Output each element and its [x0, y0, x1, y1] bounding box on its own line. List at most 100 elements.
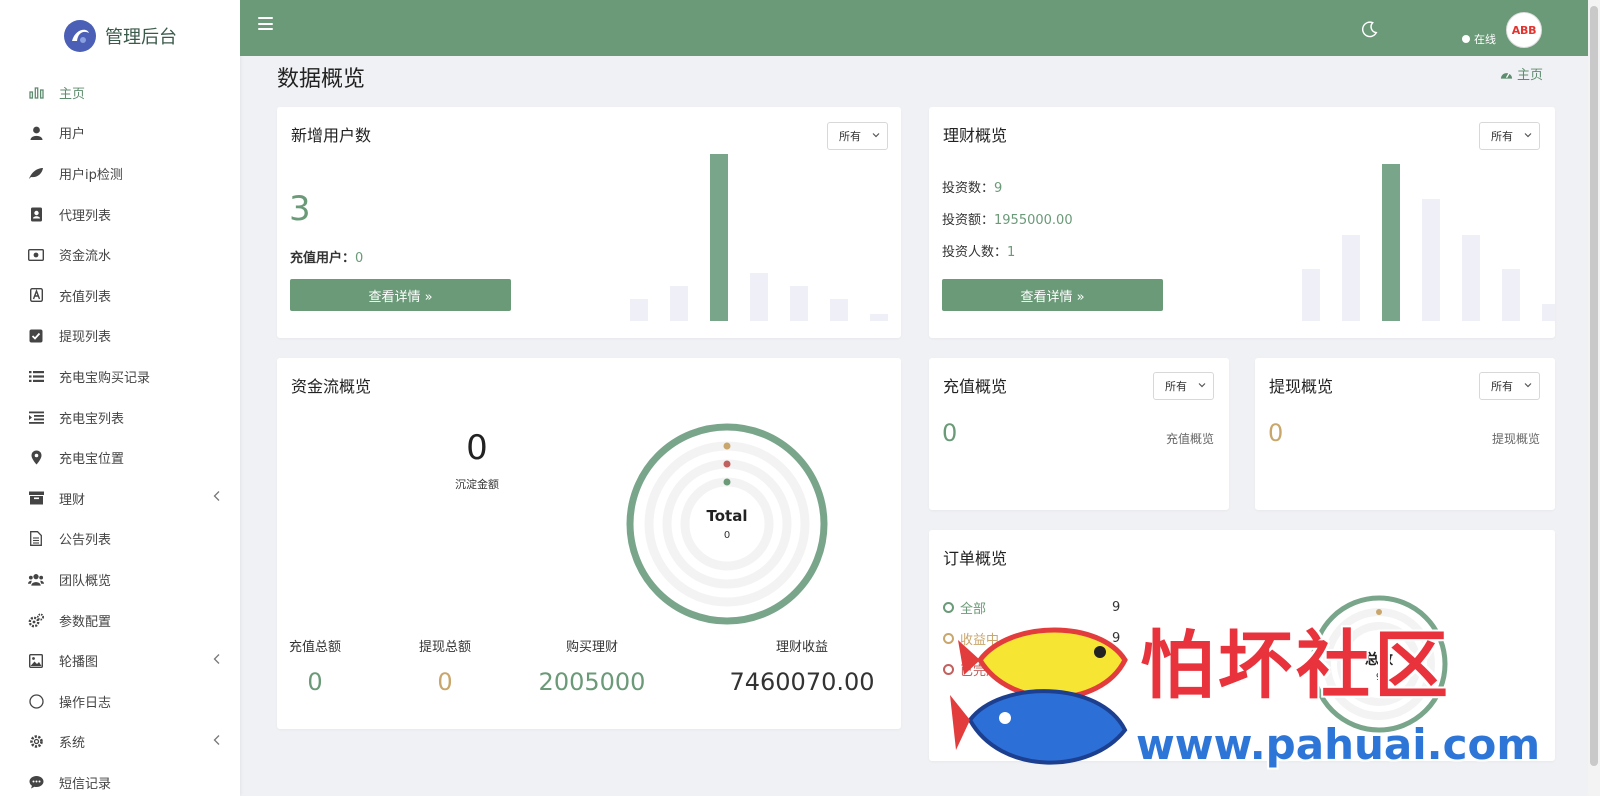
chart-bar	[670, 286, 688, 321]
scrollbar-thumb[interactable]	[1590, 6, 1598, 766]
series-marker-red	[723, 460, 731, 468]
investors-value: 1	[1007, 245, 1016, 260]
new-users-count: 3	[289, 189, 311, 229]
chart-bar	[790, 286, 808, 321]
sidebar-item-label: 提现列表	[59, 330, 112, 346]
sidebar-item-label: 用户	[59, 127, 86, 143]
watermark-fish-logo-icon	[950, 627, 1128, 765]
brand-name: 管理后台	[105, 27, 177, 48]
sidebar-item[interactable]: 充电宝购买记录	[0, 356, 240, 397]
investors: 投资人数：1	[942, 241, 1015, 260]
avatar[interactable]: ABB	[1506, 12, 1542, 48]
sidebar-item-label: 轮播图	[59, 655, 99, 671]
sidebar-item-label: 主页	[59, 86, 86, 102]
chevron-down-icon	[1198, 383, 1206, 388]
recharge-sub: 充值概览	[1165, 432, 1214, 446]
filter-value: 所有	[1165, 380, 1187, 393]
withdraw-card: 提现概览 所有 0 提现概览	[1255, 358, 1555, 510]
sidebar-menu: 主页用户用户ip检测 代理列表资金流水 充值列表提现列表充电宝购买记录充电宝列表充电…	[0, 72, 240, 796]
invest-amount-value: 1955000.00	[994, 213, 1073, 228]
dark-mode-icon[interactable]	[1361, 20, 1379, 38]
user-icon	[28, 125, 44, 141]
recharge-card: 充值概览 所有 0 充值概览	[929, 358, 1229, 510]
sidebar-item-label: 公告列表	[59, 533, 112, 549]
online-dot-icon	[1462, 35, 1470, 43]
sidebar-item[interactable]: 代理列表	[0, 194, 240, 235]
fund-stat-value: 2005000	[538, 668, 646, 696]
map-marker-icon	[28, 450, 44, 466]
sidebar-item-label: 用户ip检测	[59, 167, 123, 183]
filter-value: 所有	[839, 130, 861, 143]
filter-value: 所有	[1491, 130, 1513, 143]
bar-chart-icon	[28, 84, 44, 100]
chevron-left-icon	[213, 491, 220, 506]
sidebar-item[interactable]: 轮播图	[0, 640, 240, 681]
chart-bar	[1502, 269, 1520, 321]
card-title: 理财概览	[943, 126, 1008, 145]
new-users-details-button[interactable]: 查看详情 »	[290, 279, 511, 311]
sidebar-item-label: 代理列表	[59, 208, 112, 224]
sidebar-item[interactable]: 充电宝位置	[0, 437, 240, 478]
page-title: 数据概览	[277, 67, 366, 92]
money-icon	[28, 247, 44, 263]
sidebar-item[interactable]: 短信记录	[0, 762, 240, 796]
sidebar-item[interactable]: 用户	[0, 113, 240, 154]
new-users-card: 新增用户数 所有 3 充值用户：0 查看详情 »	[277, 107, 901, 338]
finance-filter[interactable]: 所有	[1479, 122, 1540, 150]
sidebar-item[interactable]: 充值列表	[0, 275, 240, 316]
breadcrumb-home[interactable]: 主页	[1517, 64, 1543, 83]
chart-bar	[1382, 164, 1400, 321]
fund-stat-value: 0	[307, 668, 323, 696]
breadcrumb[interactable]: 主页	[1500, 64, 1543, 83]
sidebar-item[interactable]: 操作日志	[0, 681, 240, 722]
comment-icon	[28, 774, 44, 790]
finance-details-button[interactable]: 查看详情 »	[942, 279, 1163, 311]
chart-bar	[870, 314, 888, 321]
chart-bar	[1342, 235, 1360, 321]
menu-toggle-icon[interactable]	[258, 17, 273, 30]
cogs-icon	[28, 612, 44, 628]
withdraw-sub: 提现概览	[1491, 432, 1540, 446]
chevron-left-icon	[213, 653, 220, 668]
investors-label: 投资人数：	[942, 245, 1008, 260]
image-icon	[28, 653, 44, 669]
fund-stat-label: 理财收益	[775, 640, 828, 655]
logo-icon	[64, 20, 96, 52]
watermark-text: 怕坏社区	[1140, 623, 1452, 709]
donut-title: Total	[706, 507, 748, 525]
new-users-filter[interactable]: 所有	[827, 122, 888, 150]
recharge-users: 充值用户：0	[290, 247, 363, 266]
sidebar-item-label: 充电宝列表	[59, 411, 125, 427]
fund-stat-value: 0	[437, 668, 453, 696]
sidebar-item[interactable]: 资金流水	[0, 234, 240, 275]
card-title: 充值概览	[943, 377, 1008, 396]
circle-icon	[28, 693, 44, 709]
sidebar-item-label: 参数配置	[59, 614, 112, 630]
sidebar-item-label: 系统	[59, 736, 86, 752]
card-title: 提现概览	[1269, 377, 1334, 396]
sidebar-item[interactable]: 理财	[0, 478, 240, 519]
chart-bar	[830, 299, 848, 321]
invest-amount: 投资额：1955000.00	[942, 209, 1073, 228]
sidebar-item[interactable]: 充电宝列表	[0, 397, 240, 438]
sidebar-item[interactable]: 用户ip检测	[0, 153, 240, 194]
chevron-left-icon	[213, 734, 220, 749]
sidebar-item-label: 理财	[59, 492, 86, 508]
sidebar-item-label: 团队概览	[59, 573, 112, 589]
sidebar-item[interactable]: 提现列表	[0, 316, 240, 357]
series-marker-gold	[723, 442, 731, 450]
sidebar-item-label: 操作日志	[59, 695, 112, 711]
brand[interactable]: 管理后台	[0, 0, 240, 72]
sidebar-item[interactable]: 系统	[0, 722, 240, 763]
chart-bar	[750, 273, 768, 321]
fund-stat-label: 提现总额	[418, 640, 471, 655]
users-icon	[28, 571, 44, 587]
sidebar-item[interactable]: 公告列表	[0, 519, 240, 560]
sediment-amount: 0	[466, 428, 488, 468]
withdraw-filter[interactable]: 所有	[1479, 372, 1540, 400]
recharge-filter[interactable]: 所有	[1153, 372, 1214, 400]
sidebar-item[interactable]: 参数配置	[0, 600, 240, 641]
sidebar-item[interactable]: 团队概览	[0, 559, 240, 600]
sediment-label: 沉淀金额	[455, 478, 499, 491]
sidebar-item[interactable]: 主页	[0, 72, 240, 113]
